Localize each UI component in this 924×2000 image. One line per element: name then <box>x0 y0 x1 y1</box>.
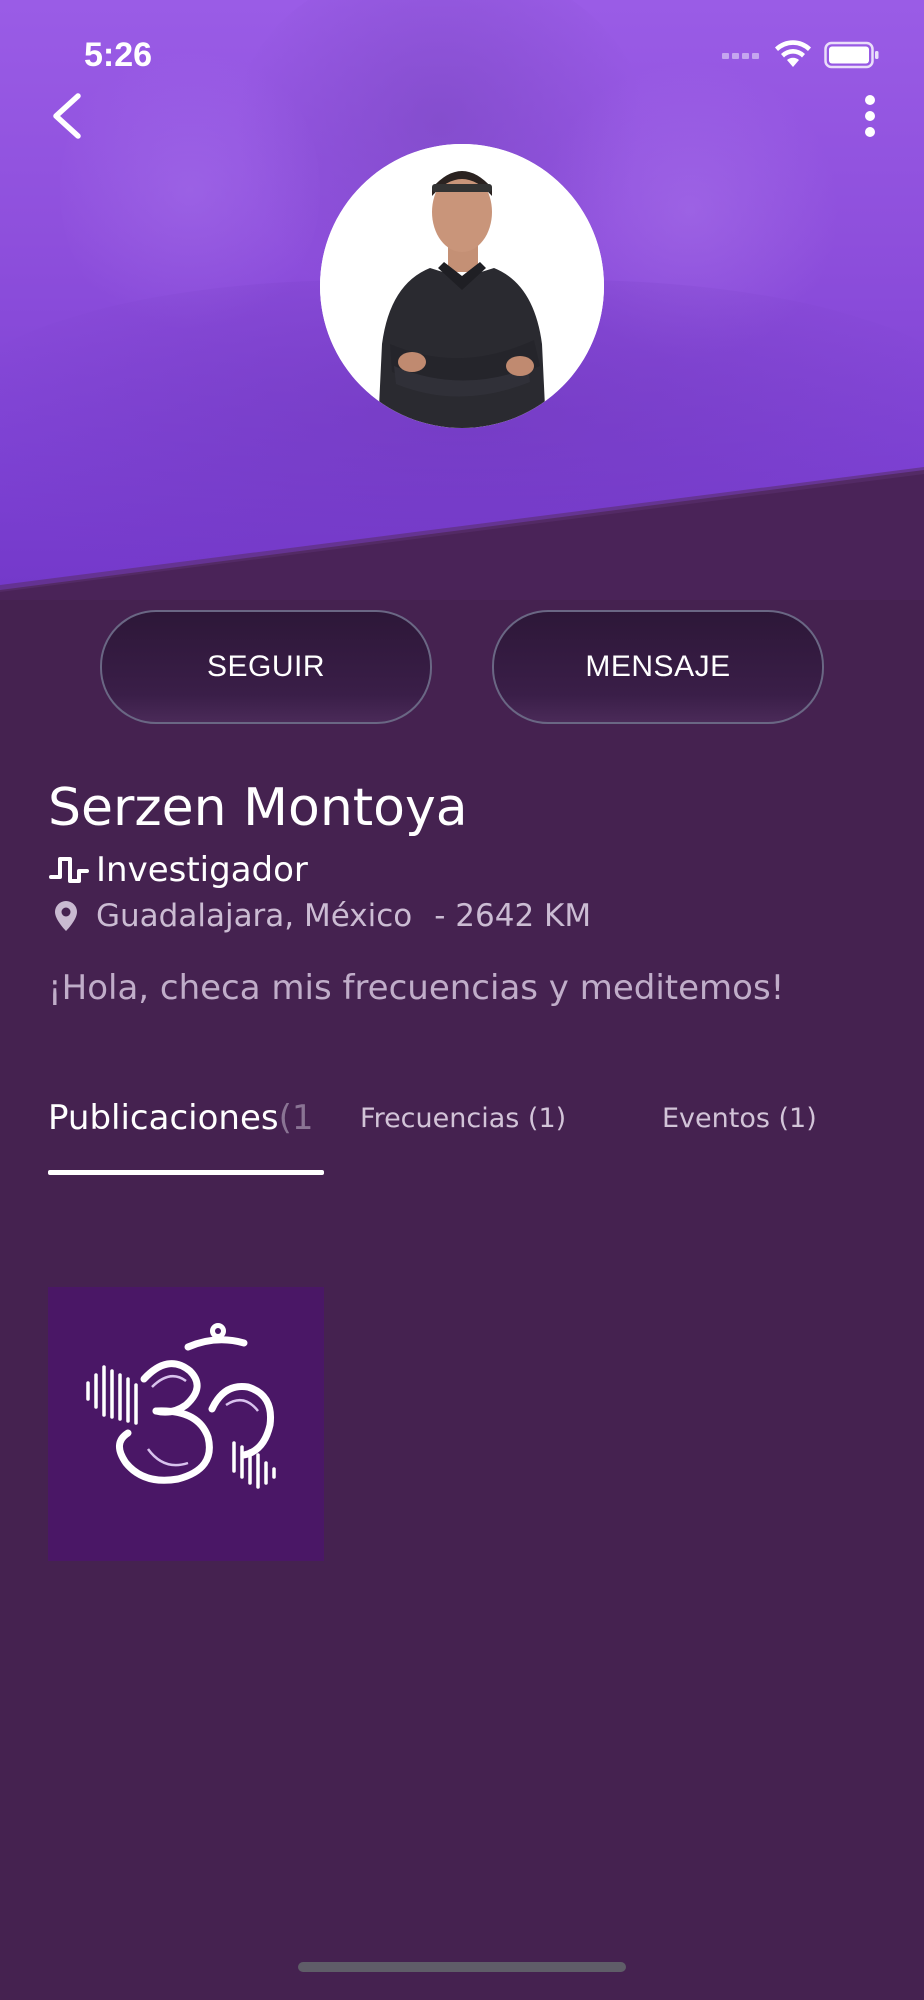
active-tab-indicator <box>48 1170 324 1175</box>
profile-screen: 5:26 SEGUIR MENSAJE Serzen Montoya Inves… <box>0 0 924 2000</box>
profile-role-label: Investigador <box>96 850 308 890</box>
location-city: Guadalajara, México <box>96 898 413 934</box>
profile-role: Investigador <box>48 850 308 890</box>
tab-frecuencias[interactable]: Frecuencias (1) <box>360 1090 566 1146</box>
square-wave-icon <box>49 857 89 883</box>
status-icons <box>722 40 880 70</box>
profile-tabs: Publicaciones (1 Frecuencias (1) Eventos… <box>0 1090 924 1180</box>
avatar-person-image <box>320 144 604 428</box>
follow-button-label: SEGUIR <box>206 650 326 683</box>
back-button[interactable] <box>48 88 92 144</box>
more-options-button[interactable] <box>852 92 888 142</box>
post-thumbnail[interactable] <box>48 1287 324 1561</box>
status-time: 5:26 <box>84 36 153 74</box>
home-indicator[interactable] <box>298 1962 626 1972</box>
battery-icon <box>824 41 879 69</box>
tab-publicaciones-count: (1 <box>278 1098 314 1138</box>
profile-bio: ¡Hola, checa mis frecuencias y meditemos… <box>48 968 785 1008</box>
location-distance: - 2642 KM <box>434 898 592 934</box>
tab-publicaciones[interactable]: Publicaciones (1 <box>48 1090 318 1146</box>
location-pin-icon <box>55 901 77 931</box>
tab-publicaciones-label: Publicaciones <box>48 1098 279 1138</box>
tab-eventos-label: Eventos (1) <box>662 1102 817 1134</box>
chevron-left-icon <box>53 93 81 139</box>
signal-icon <box>722 53 759 59</box>
profile-name: Serzen Montoya <box>48 778 468 838</box>
wifi-icon <box>775 40 811 67</box>
om-symbol-icon <box>86 1323 276 1489</box>
follow-button[interactable]: SEGUIR <box>100 610 432 724</box>
tab-eventos[interactable]: Eventos (1) <box>662 1090 817 1146</box>
message-button-label: MENSAJE <box>585 650 731 683</box>
more-vertical-icon <box>865 95 875 137</box>
profile-location: Guadalajara, México - 2642 KM <box>52 898 591 934</box>
profile-avatar <box>320 144 604 428</box>
message-button[interactable]: MENSAJE <box>492 610 824 724</box>
tab-frecuencias-label: Frecuencias (1) <box>360 1102 567 1134</box>
